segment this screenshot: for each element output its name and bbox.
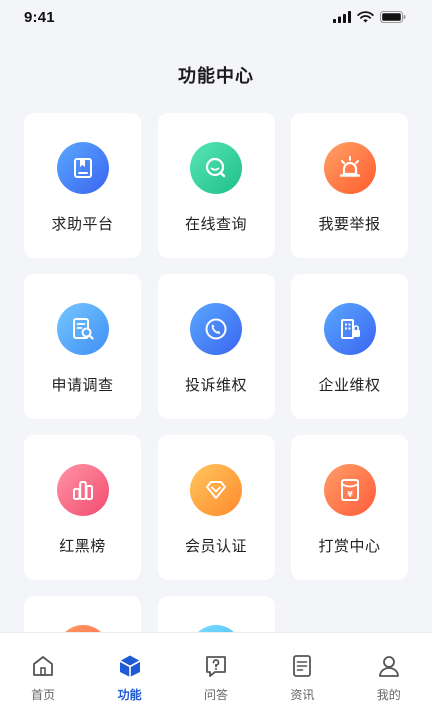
feature-card-reward-center[interactable]: ¥ 打赏中心 <box>291 435 408 580</box>
feature-card-red-black-list[interactable]: 红黑榜 <box>24 435 141 580</box>
tab-label: 问答 <box>203 688 228 702</box>
feature-card-apply-investigation[interactable]: 申请调查 <box>24 274 141 419</box>
alarm-siren-icon <box>323 142 376 194</box>
feature-label: 在线查询 <box>184 216 247 233</box>
svg-text:¥: ¥ <box>347 490 353 499</box>
feature-grid: 求助平台 在线查询 我要举报 申请调查 投诉维权 企业维权 红黑榜 会员认证 ¥… <box>24 113 408 720</box>
status-bar: 9:41 <box>0 0 432 34</box>
cube-icon <box>119 655 140 677</box>
tab-qa[interactable]: 问答 <box>181 653 251 720</box>
building-lock-icon <box>323 303 376 355</box>
battery-icon <box>380 11 406 23</box>
tab-mine[interactable]: 我的 <box>354 653 424 720</box>
tab-news[interactable]: 资讯 <box>267 653 337 720</box>
tab-label: 首页 <box>31 688 56 702</box>
feature-label: 红黑榜 <box>59 538 106 555</box>
tab-label: 我的 <box>376 688 401 702</box>
feature-label: 我要举报 <box>318 216 381 233</box>
feature-label: 会员认证 <box>184 538 247 555</box>
feature-card-help-platform[interactable]: 求助平台 <box>24 113 141 258</box>
question-bubble-icon <box>206 656 226 677</box>
document-search-icon <box>56 303 109 355</box>
feature-card-enterprise-rights[interactable]: 企业维权 <box>291 274 408 419</box>
cellular-signal-icon <box>333 11 351 23</box>
feature-label: 企业维权 <box>318 377 381 394</box>
feature-label: 求助平台 <box>51 216 114 233</box>
page-title: 功能中心 <box>178 66 254 86</box>
ranking-bars-icon <box>56 464 109 516</box>
feature-label: 打赏中心 <box>318 538 381 555</box>
chat-search-icon <box>190 142 242 194</box>
feature-card-member-certification[interactable]: 会员认证 <box>157 435 275 580</box>
tab-features[interactable]: 功能 <box>95 653 165 720</box>
profile-icon <box>378 656 399 677</box>
phone-complaint-icon <box>190 303 242 355</box>
tab-label: 功能 <box>117 688 142 702</box>
feature-label: 投诉维权 <box>184 377 247 394</box>
bottom-tab-bar: 首页 功能 问答 资讯 我的 <box>0 632 432 720</box>
news-icon <box>293 655 312 677</box>
status-time: 9:41 <box>24 8 55 26</box>
wifi-icon <box>357 11 374 23</box>
feature-card-online-query[interactable]: 在线查询 <box>157 113 275 258</box>
diamond-badge-icon <box>190 464 242 516</box>
reward-envelope-icon: ¥ <box>323 464 376 516</box>
home-icon <box>33 656 54 676</box>
tab-home[interactable]: 首页 <box>8 653 78 720</box>
tab-label: 资讯 <box>290 688 315 702</box>
status-icons <box>333 11 406 23</box>
feature-label: 申请调查 <box>51 377 114 394</box>
feature-card-complaint[interactable]: 投诉维权 <box>157 274 275 419</box>
book-icon <box>56 142 109 194</box>
feature-card-report[interactable]: 我要举报 <box>291 113 408 258</box>
